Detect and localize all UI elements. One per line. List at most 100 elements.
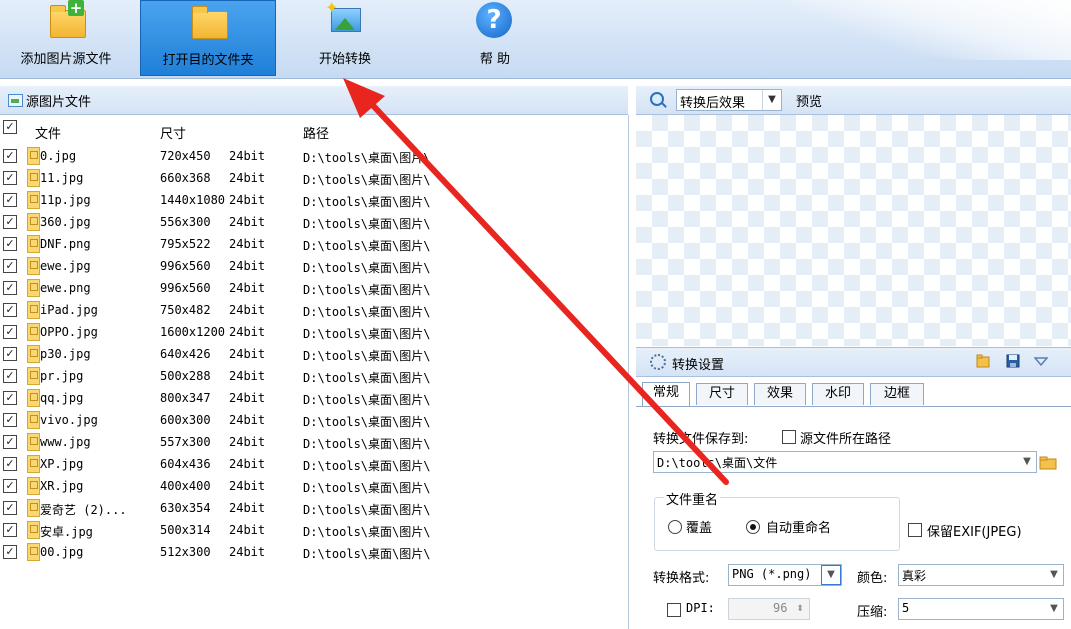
file-path: D:\tools\桌面\图片\ (303, 261, 431, 275)
file-path: D:\tools\桌面\图片\ (303, 415, 431, 429)
row-checkbox[interactable]: ✓ (3, 369, 17, 383)
row-checkbox[interactable]: ✓ (3, 457, 17, 471)
table-row[interactable]: ✓ XR.jpg 400x400 24bit D:\tools\桌面\图片\ (0, 475, 628, 497)
dpi-checkbox[interactable] (667, 603, 681, 617)
dpi-stepper[interactable]: 96 ⬍ (728, 598, 810, 620)
image-file-icon (27, 257, 40, 275)
table-row[interactable]: ✓ www.jpg 557x300 24bit D:\tools\桌面\图片\ (0, 431, 628, 453)
file-bit-depth: 24bit (229, 435, 266, 449)
color-select[interactable]: 真彩 ▼ (898, 564, 1064, 586)
row-checkbox[interactable]: ✓ (3, 435, 17, 449)
save-settings-icon[interactable] (1006, 354, 1020, 368)
table-row[interactable]: ✓ p30.jpg 640x426 24bit D:\tools\桌面\图片\ (0, 343, 628, 365)
table-row[interactable]: ✓ 爱奇艺 (2)... 630x354 24bit D:\tools\桌面\图片\ (0, 497, 628, 519)
folder-icon (188, 3, 228, 41)
row-checkbox[interactable]: ✓ (3, 237, 17, 251)
file-bit-depth: 24bit (229, 479, 266, 493)
source-path-checkbox[interactable] (782, 430, 796, 444)
source-file-list[interactable]: ✓ 文件 尺寸 路径 ✓ 0.jpg 720x450 24bit D:\tools\桌面… (0, 115, 629, 629)
open-destination-folder-button[interactable]: 打开目的文件夹 (140, 0, 276, 76)
tab-watermark[interactable]: 水印 (812, 383, 864, 405)
save-to-label: 转换文件保存到: (653, 432, 749, 447)
keep-exif-checkbox[interactable] (908, 523, 922, 537)
row-checkbox[interactable]: ✓ (3, 171, 17, 185)
row-checkbox[interactable]: ✓ (3, 523, 17, 537)
table-row[interactable]: ✓ 360.jpg 556x300 24bit D:\tools\桌面\图片\ (0, 211, 628, 233)
file-bit-depth: 24bit (229, 325, 266, 339)
image-file-icon (27, 235, 40, 253)
row-checkbox[interactable]: ✓ (3, 391, 17, 405)
preview-header: 转换后效果 ▼ 预览 (636, 86, 1071, 115)
row-checkbox[interactable]: ✓ (3, 193, 17, 207)
file-dimensions: 996x560 (160, 281, 211, 295)
row-checkbox[interactable]: ✓ (3, 149, 17, 163)
file-dimensions: 720x450 (160, 149, 211, 163)
image-file-icon (27, 389, 40, 407)
table-row[interactable]: ✓ 11.jpg 660x368 24bit D:\tools\桌面\图片\ (0, 167, 628, 189)
format-value: PNG (*.png) (732, 567, 812, 581)
image-file-icon (27, 213, 40, 231)
effect-select[interactable]: 转换后效果 ▼ (676, 89, 782, 111)
row-checkbox[interactable]: ✓ (3, 325, 17, 339)
file-name: 360.jpg (40, 215, 91, 229)
browse-folder-icon[interactable] (1039, 455, 1057, 474)
preview-canvas (636, 115, 1071, 346)
tab-border[interactable]: 边框 (870, 383, 924, 405)
table-row[interactable]: ✓ DNF.png 795x522 24bit D:\tools\桌面\图片\ (0, 233, 628, 255)
table-row[interactable]: ✓ 00.jpg 512x300 24bit D:\tools\桌面\图片\ (0, 541, 628, 563)
format-select[interactable]: PNG (*.png) ▼ (728, 564, 842, 586)
open-destination-folder-label: 打开目的文件夹 (162, 53, 254, 68)
row-checkbox[interactable]: ✓ (3, 281, 17, 295)
file-dimensions: 996x560 (160, 259, 211, 273)
row-checkbox[interactable]: ✓ (3, 259, 17, 273)
file-name: XR.jpg (40, 479, 84, 493)
image-file-icon (27, 323, 40, 341)
table-row[interactable]: ✓ ewe.jpg 996x560 24bit D:\tools\桌面\图片\ (0, 255, 628, 277)
tab-effects[interactable]: 效果 (754, 383, 806, 405)
row-checkbox[interactable]: ✓ (3, 479, 17, 493)
source-files-title: 源图片文件 (26, 95, 92, 110)
image-file-icon (27, 301, 40, 319)
tab-size[interactable]: 尺寸 (696, 383, 748, 405)
row-checkbox[interactable]: ✓ (3, 545, 17, 559)
row-checkbox[interactable]: ✓ (3, 347, 17, 361)
file-dimensions: 640x426 (160, 347, 211, 361)
select-all-checkbox[interactable]: ✓ (3, 120, 17, 134)
column-path[interactable]: 路径 (303, 123, 329, 142)
add-source-files-button[interactable]: + 添加图片源文件 (0, 0, 132, 74)
file-bit-depth: 24bit (229, 171, 266, 185)
start-convert-button[interactable]: ✦ 开始转换 (290, 0, 400, 74)
table-row[interactable]: ✓ 0.jpg 720x450 24bit D:\tools\桌面\图片\ (0, 145, 628, 167)
column-file[interactable]: 文件 (35, 123, 61, 142)
file-name: p30.jpg (40, 347, 91, 361)
auto-rename-label: 自动重命名 (766, 521, 832, 536)
tab-general[interactable]: 常规 (642, 382, 690, 406)
table-row[interactable]: ✓ vivo.jpg 600x300 24bit D:\tools\桌面\图片\ (0, 409, 628, 431)
overwrite-radio[interactable] (668, 520, 682, 534)
chevron-down-icon: ▼ (1023, 456, 1031, 467)
row-checkbox[interactable]: ✓ (3, 413, 17, 427)
magic-wand-image-icon: ✦ (325, 0, 363, 34)
image-file-icon (27, 169, 40, 187)
table-row[interactable]: ✓ pr.jpg 500x288 24bit D:\tools\桌面\图片\ (0, 365, 628, 387)
table-row[interactable]: ✓ 11p.jpg 1440x1080 24bit D:\tools\桌面\图片\ (0, 189, 628, 211)
file-dimensions: 604x436 (160, 457, 211, 471)
row-checkbox[interactable]: ✓ (3, 303, 17, 317)
destination-path-field[interactable]: D:\tools\桌面\文件 ▼ (653, 451, 1037, 473)
row-checkbox[interactable]: ✓ (3, 501, 17, 515)
column-size[interactable]: 尺寸 (160, 123, 186, 142)
open-settings-icon[interactable] (976, 354, 990, 368)
collapse-icon[interactable] (1033, 354, 1049, 368)
chevron-down-icon: ▼ (1050, 569, 1058, 580)
file-name: qq.jpg (40, 391, 84, 405)
table-row[interactable]: ✓ XP.jpg 604x436 24bit D:\tools\桌面\图片\ (0, 453, 628, 475)
auto-rename-radio[interactable] (746, 520, 760, 534)
table-row[interactable]: ✓ qq.jpg 800x347 24bit D:\tools\桌面\图片\ (0, 387, 628, 409)
table-row[interactable]: ✓ 安卓.jpg 500x314 24bit D:\tools\桌面\图片\ (0, 519, 628, 541)
help-button[interactable]: ? 帮 助 (440, 0, 550, 74)
row-checkbox[interactable]: ✓ (3, 215, 17, 229)
table-row[interactable]: ✓ ewe.png 996x560 24bit D:\tools\桌面\图片\ (0, 277, 628, 299)
table-row[interactable]: ✓ iPad.jpg 750x482 24bit D:\tools\桌面\图片\ (0, 299, 628, 321)
table-row[interactable]: ✓ OPPO.jpg 1600x1200 24bit D:\tools\桌面\图片\ (0, 321, 628, 343)
compress-select[interactable]: 5 ▼ (898, 598, 1064, 620)
